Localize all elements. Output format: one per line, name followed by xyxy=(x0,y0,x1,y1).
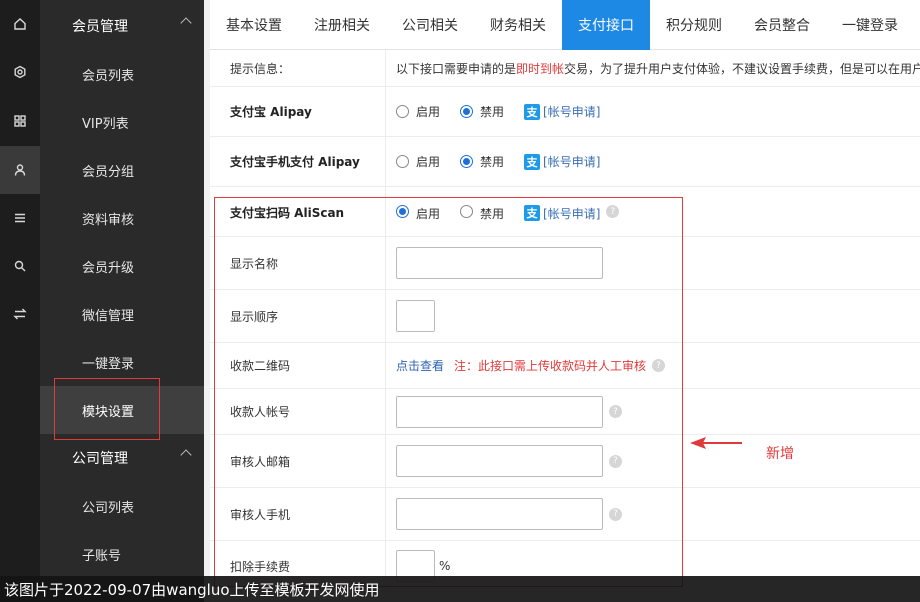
alipay-label: 支付宝 Alipay xyxy=(210,87,386,136)
home-icon[interactable] xyxy=(0,0,40,48)
annotation-label: 新增 xyxy=(766,446,794,462)
sidebar-section-title: 会员管理 xyxy=(72,19,128,35)
aliscan-disable-radio[interactable] xyxy=(460,205,474,218)
sidebar-section-title: 公司管理 xyxy=(72,451,128,467)
sidebar-item-wechat[interactable]: 微信管理 xyxy=(40,290,204,338)
alipay-enable-radio[interactable] xyxy=(396,105,409,118)
tip-row: 提示信息： 以下接口需要申请的是 即时到帐 交易，为了提升用户支付体验，不建议设置手… xyxy=(210,50,920,87)
watermark-bar: 该图片于2022-09-07由wangluo上传至模板开发网使用 xyxy=(0,576,920,602)
qr-view-link[interactable]: 点击查看 xyxy=(396,357,444,374)
highlight-box xyxy=(54,378,160,440)
sidebar-item-profile-review[interactable]: 资料审核 xyxy=(40,194,204,242)
user-icon[interactable] xyxy=(0,146,40,194)
display-order-label: 显示顺序 xyxy=(210,290,386,342)
radio-label: 启用 xyxy=(416,155,441,169)
fee-unit: % xyxy=(439,559,451,573)
settings-icon[interactable] xyxy=(0,48,40,96)
tab-registration[interactable]: 注册相关 xyxy=(298,0,386,50)
alipay-icon: 支 xyxy=(524,205,541,221)
help-icon[interactable]: ? xyxy=(609,454,622,468)
annotation-arrow-icon xyxy=(690,437,742,449)
alipay-row: 支付宝 Alipay 启用 禁用 支 [帐号申请] xyxy=(210,87,920,137)
sidebar-item-sub-account[interactable]: 子账号 xyxy=(40,530,204,578)
tip-text-prefix: 以下接口需要申请的是 xyxy=(396,61,517,76)
tip-label: 提示信息： xyxy=(210,50,386,86)
tab-bar: 基本设置 注册相关 公司相关 财务相关 支付接口 积分规则 会员整合 一键登录 xyxy=(210,0,920,50)
help-icon[interactable]: ? xyxy=(609,507,622,521)
alipay-icon: 支 xyxy=(524,153,541,170)
radio-label: 启用 xyxy=(416,105,441,119)
sidebar-item-company-list[interactable]: 公司列表 xyxy=(40,482,204,530)
reviewer-email-label: 审核人邮箱 xyxy=(210,435,386,487)
aliscan-row: 支付宝扫码 AliScan 启用 禁用 支 [帐号申请] ? xyxy=(210,187,920,237)
display-name-input[interactable] xyxy=(396,247,603,279)
swap-icon[interactable] xyxy=(0,290,40,338)
sidebar-menu: 会员管理 会员列表 VIP列表 会员分组 资料审核 会员升级 微信管理 一键登录… xyxy=(40,0,204,602)
tab-basic-settings[interactable]: 基本设置 xyxy=(210,0,298,50)
tab-finance[interactable]: 财务相关 xyxy=(474,0,562,50)
aliscan-label: 支付宝扫码 AliScan xyxy=(210,187,386,236)
display-order-row: 显示顺序 xyxy=(210,290,920,343)
sidebar-item-member-group[interactable]: 会员分组 xyxy=(40,146,204,194)
aliscan-enable-radio[interactable] xyxy=(396,205,409,218)
tip-text-suffix: 交易，为了提升用户支付体验，不建议设置手续费，但是可以在用户 xyxy=(564,61,920,76)
radio-label: 禁用 xyxy=(480,207,505,221)
radio-label: 禁用 xyxy=(480,155,505,169)
tab-points-rules[interactable]: 积分规则 xyxy=(650,0,738,50)
account-apply-link[interactable]: [帐号申请] xyxy=(543,205,600,222)
sidebar-item-vip-list[interactable]: VIP列表 xyxy=(40,98,204,146)
tab-one-click-login[interactable]: 一键登录 xyxy=(826,0,914,50)
help-icon[interactable]: ? xyxy=(606,205,620,218)
alipay-icon: 支 xyxy=(524,103,541,120)
account-apply-link[interactable]: [帐号申请] xyxy=(543,103,600,120)
display-name-row: 显示名称 xyxy=(210,237,920,290)
alipay-mobile-disable-radio[interactable] xyxy=(460,155,474,168)
help-icon[interactable]: ? xyxy=(652,359,666,372)
reviewer-phone-row: 审核人手机 ? xyxy=(210,488,920,541)
qr-code-label: 收款二维码 xyxy=(210,343,386,388)
qr-code-row: 收款二维码 点击查看 注：此接口需上传收款码并人工审核 ? xyxy=(210,343,920,389)
sidebar-section-member[interactable]: 会员管理 xyxy=(40,2,204,50)
alipay-mobile-enable-radio[interactable] xyxy=(396,155,409,168)
tip-text-highlight: 即时到帐 xyxy=(516,61,565,76)
account-apply-link[interactable]: [帐号申请] xyxy=(543,153,600,170)
radio-label: 启用 xyxy=(416,207,441,221)
chevron-up-icon xyxy=(180,17,192,29)
tab-member-integration[interactable]: 会员整合 xyxy=(738,0,826,50)
search-icon[interactable] xyxy=(0,242,40,290)
alipay-mobile-label: 支付宝手机支付 Alipay xyxy=(210,137,386,186)
sidebar-item-member-upgrade[interactable]: 会员升级 xyxy=(40,242,204,290)
payee-account-row: 收款人帐号 ? xyxy=(210,389,920,435)
reviewer-phone-label: 审核人手机 xyxy=(210,488,386,540)
alipay-mobile-row: 支付宝手机支付 Alipay 启用 禁用 支 [帐号申请] xyxy=(210,137,920,187)
alipay-disable-radio[interactable] xyxy=(460,105,474,118)
display-name-label: 显示名称 xyxy=(210,237,386,289)
sidebar-item-member-list[interactable]: 会员列表 xyxy=(40,50,204,98)
payee-account-input[interactable] xyxy=(396,395,603,428)
sidebar-section-company[interactable]: 公司管理 xyxy=(40,434,204,482)
icon-rail xyxy=(0,0,40,602)
help-icon[interactable]: ? xyxy=(609,405,622,418)
list-icon[interactable] xyxy=(0,194,40,242)
chevron-up-icon xyxy=(180,449,192,461)
payee-account-label: 收款人帐号 xyxy=(210,389,386,434)
qr-note: 注：此接口需上传收款码并人工审核 xyxy=(454,359,647,373)
reviewer-phone-input[interactable] xyxy=(396,498,603,530)
radio-label: 禁用 xyxy=(480,105,505,119)
tab-company[interactable]: 公司相关 xyxy=(386,0,474,50)
grid-icon[interactable] xyxy=(0,97,40,145)
reviewer-email-input[interactable] xyxy=(396,445,603,477)
reviewer-email-row: 审核人邮箱 ? xyxy=(210,435,920,488)
tab-payment-interface[interactable]: 支付接口 xyxy=(562,0,650,50)
display-order-input[interactable] xyxy=(396,300,435,332)
